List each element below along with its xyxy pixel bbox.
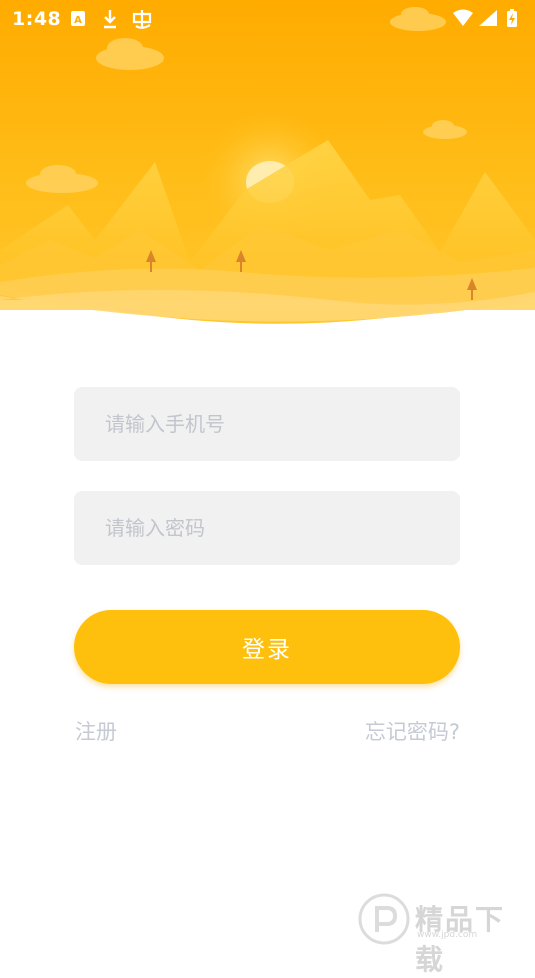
register-link[interactable]: 注册 bbox=[75, 716, 117, 746]
login-button-label: 登录 bbox=[242, 637, 292, 663]
status-right-icons bbox=[453, 9, 517, 27]
header-illustration bbox=[0, 0, 535, 340]
status-bar: 1:48 A bbox=[0, 0, 535, 38]
bug-icon bbox=[132, 10, 152, 29]
signal-icon bbox=[479, 10, 497, 26]
watermark-site: www.jpd.com bbox=[417, 930, 478, 940]
watermark: 精品下载 www.jpd.com bbox=[357, 892, 527, 976]
battery-charging-icon bbox=[507, 9, 517, 27]
keyboard-a-icon: A bbox=[71, 11, 85, 26]
forgot-password-link[interactable]: 忘记密码? bbox=[365, 716, 460, 746]
password-input[interactable] bbox=[74, 491, 460, 565]
svg-text:A: A bbox=[74, 15, 82, 26]
password-field bbox=[74, 491, 460, 565]
landscape-illustration bbox=[0, 0, 535, 324]
watermark-logo-icon bbox=[358, 893, 410, 945]
status-time: 1:48 bbox=[12, 8, 62, 30]
phone-input[interactable] bbox=[74, 387, 460, 461]
login-button[interactable]: 登录 bbox=[74, 610, 460, 684]
phone-field bbox=[74, 387, 460, 461]
wifi-icon bbox=[453, 9, 473, 26]
download-icon bbox=[104, 10, 116, 29]
